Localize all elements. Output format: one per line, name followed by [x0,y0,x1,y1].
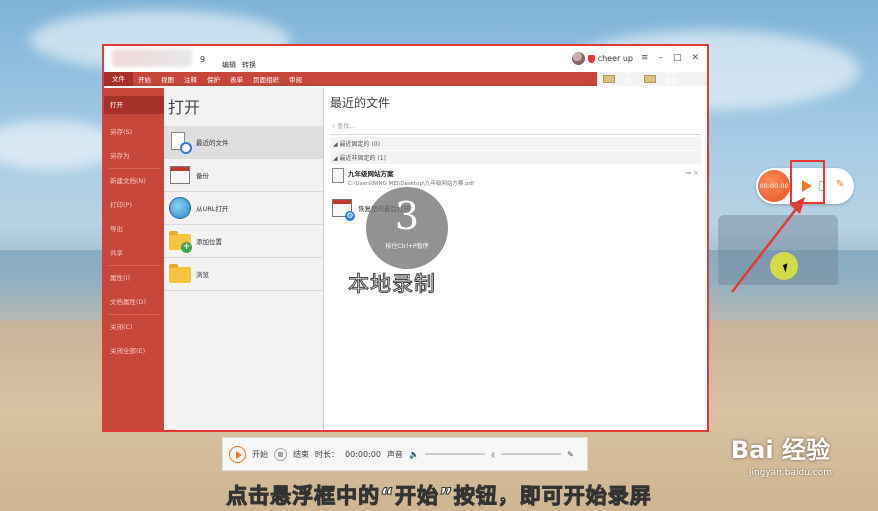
cursor-arrow-icon [782,263,791,273]
start-record-icon[interactable] [229,445,246,463]
duration-value: 00:00:00 [345,449,381,459]
watermark-logo: Bai 经验 [730,436,830,464]
tutorial-caption: 点击悬浮框中的“开始”按钮，即可开始录屏 [226,484,652,509]
pen-icon[interactable]: ✎ [567,450,574,459]
system-volume-slider[interactable] [424,453,485,455]
speaker-icon[interactable]: 🔈 [409,450,419,459]
sound-label: 声音 [386,449,403,459]
microphone-icon[interactable]: ◖ [491,450,495,459]
stop-button[interactable]: 结束 [293,449,309,460]
duration-label: 时长： [315,449,339,459]
mouse-cursor [770,252,798,280]
watermark-url: jingyan.baidu.com [748,468,832,478]
recording-toolbar: 开始 结束 时长： 00:00:00 声音 🔈 ◖ ✎ [222,437,588,471]
stop-record-icon[interactable] [274,447,287,461]
start-button[interactable]: 开始 [252,449,268,460]
mic-volume-slider[interactable] [501,453,562,455]
